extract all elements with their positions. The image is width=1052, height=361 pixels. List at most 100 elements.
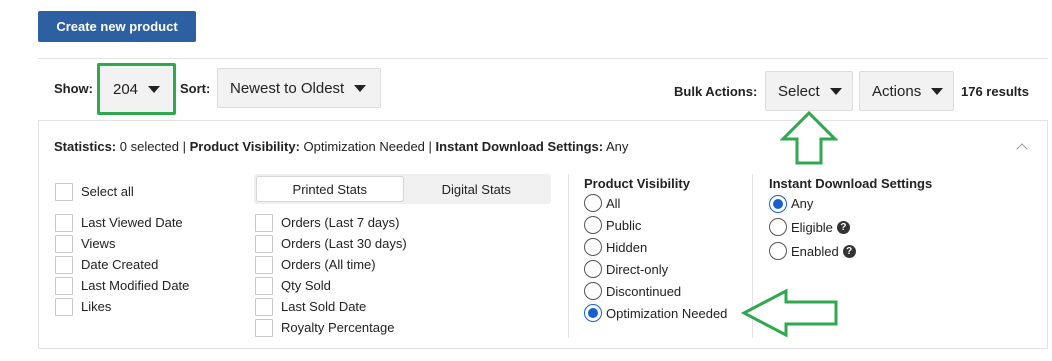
checkbox-item[interactable]: Orders (Last 7 days) (255, 212, 407, 233)
stats-download-label: Instant Download Settings: (435, 139, 604, 154)
checkbox-item[interactable]: Royalty Percentage (255, 317, 407, 338)
statistics-panel (38, 120, 1048, 349)
checkbox[interactable] (255, 255, 273, 274)
arrow-up-icon (780, 110, 838, 165)
middle-checkbox-list: Orders (Last 7 days) Orders (Last 30 day… (255, 212, 407, 338)
radio-option-all[interactable]: All (584, 192, 727, 214)
radio-option-public[interactable]: Public (584, 214, 727, 236)
stats-type-toggle: Printed Stats Digital Stats (254, 174, 551, 204)
checkbox-label: Views (81, 236, 116, 251)
caret-down-icon (354, 84, 367, 92)
help-icon[interactable]: ? (842, 244, 856, 258)
checkbox[interactable] (255, 213, 273, 232)
checkbox-item[interactable]: Last Viewed Date (55, 212, 189, 233)
checkbox-item[interactable]: Likes (55, 296, 189, 317)
tab-printed-stats[interactable]: Printed Stats (256, 176, 404, 202)
actions-value: Actions (872, 82, 922, 100)
radio-button[interactable] (584, 238, 602, 256)
stats-summary: Statistics: 0 selected | Product Visibil… (54, 139, 628, 154)
radio-button[interactable] (769, 218, 787, 236)
instant-download-title: Instant Download Settings (769, 176, 933, 191)
radio-option-direct-only[interactable]: Direct-only (584, 258, 727, 280)
checkbox-label: Qty Sold (281, 278, 331, 293)
radio-button[interactable] (584, 282, 602, 300)
column-divider (568, 174, 569, 338)
checkbox-item[interactable]: Last Sold Date (255, 296, 407, 317)
checkbox-label: Orders (Last 7 days) (281, 215, 400, 230)
checkbox[interactable] (255, 276, 273, 295)
checkbox-item[interactable]: Date Created (55, 254, 189, 275)
stats-visibility-label: Product Visibility: (189, 139, 300, 154)
product-visibility-title: Product Visibility (584, 176, 690, 191)
select-all-checkbox[interactable] (55, 182, 73, 201)
checkbox[interactable] (255, 297, 273, 316)
create-new-product-button[interactable]: Create new product (38, 11, 196, 42)
select-all-row[interactable]: Select all (55, 181, 134, 202)
help-icon[interactable]: ? (836, 220, 850, 234)
select-all-label: Select all (81, 184, 134, 199)
radio-button[interactable] (584, 260, 602, 278)
stats-download-value: Any (603, 139, 629, 154)
radio-option-discontinued[interactable]: Discontinued (584, 280, 727, 302)
radio-option-enabled[interactable]: Enabled? (769, 239, 856, 263)
checkbox[interactable] (55, 276, 73, 295)
stats-label: Statistics: (54, 139, 117, 154)
caret-down-icon (829, 87, 842, 95)
radio-option-any[interactable]: Any (769, 192, 856, 215)
radio-label: All (606, 195, 621, 211)
checkbox-label: Last Viewed Date (81, 215, 183, 230)
left-checkbox-list: Last Viewed Date Views Date Created Last… (55, 212, 189, 317)
radio-label: Any (791, 196, 814, 211)
checkbox-label: Last Sold Date (281, 299, 367, 314)
radio-label: Enabled (791, 243, 839, 259)
caret-down-icon (931, 87, 944, 95)
checkbox-item[interactable]: Orders (Last 30 days) (255, 233, 407, 254)
visibility-radio-group: All Public Hidden Direct-only Discontinu… (584, 192, 727, 324)
download-radio-group: Any Eligible? Enabled? (769, 192, 856, 263)
radio-option-optimization-needed[interactable]: Optimization Needed (584, 302, 727, 324)
checkbox-label: Last Modified Date (81, 278, 190, 293)
show-dropdown[interactable]: 204 (97, 63, 176, 115)
checkbox-label: Royalty Percentage (281, 320, 395, 335)
stats-visibility-value: Optimization Needed | (299, 139, 436, 154)
radio-button[interactable] (584, 304, 602, 322)
checkbox-item[interactable]: Last Modified Date (55, 275, 189, 296)
bulk-select-dropdown[interactable]: Select (765, 71, 853, 111)
sort-dropdown[interactable]: Newest to Oldest (217, 68, 381, 108)
caret-down-icon (148, 85, 161, 93)
checkbox-item[interactable]: Views (55, 233, 189, 254)
checkbox-label: Date Created (81, 257, 159, 272)
checkbox[interactable] (55, 255, 73, 274)
radio-option-eligible[interactable]: Eligible? (769, 215, 856, 239)
actions-dropdown[interactable]: Actions (859, 71, 954, 111)
show-value: 204 (112, 80, 139, 98)
select-value: Select (778, 82, 820, 100)
radio-button[interactable] (769, 242, 787, 260)
checkbox[interactable] (255, 234, 273, 253)
checkbox-label: Likes (81, 299, 112, 314)
stats-selected: 0 selected | (116, 139, 190, 154)
radio-button[interactable] (769, 194, 787, 213)
radio-label: Direct-only (606, 261, 669, 277)
checkbox[interactable] (55, 234, 73, 253)
checkbox[interactable] (55, 297, 73, 316)
show-label: Show: (54, 81, 93, 96)
sort-label: Sort: (180, 81, 211, 96)
arrow-left-icon (740, 288, 838, 338)
checkbox[interactable] (55, 213, 73, 232)
radio-option-hidden[interactable]: Hidden (584, 236, 727, 258)
tab-digital-stats[interactable]: Digital Stats (404, 176, 550, 202)
checkbox-item[interactable]: Qty Sold (255, 275, 407, 296)
checkbox-label: Orders (All time) (281, 257, 376, 272)
bulk-actions-label: Bulk Actions: (674, 84, 758, 99)
radio-label: Eligible (791, 219, 833, 235)
radio-button[interactable] (584, 216, 602, 234)
radio-button[interactable] (584, 194, 602, 212)
checkbox-label: Orders (Last 30 days) (281, 236, 407, 251)
checkbox-item[interactable]: Orders (All time) (255, 254, 407, 275)
checkbox[interactable] (255, 318, 273, 337)
results-count: 176 results (961, 84, 1029, 99)
divider (38, 58, 1048, 59)
radio-label: Discontinued (606, 283, 682, 299)
radio-label: Hidden (606, 239, 648, 255)
